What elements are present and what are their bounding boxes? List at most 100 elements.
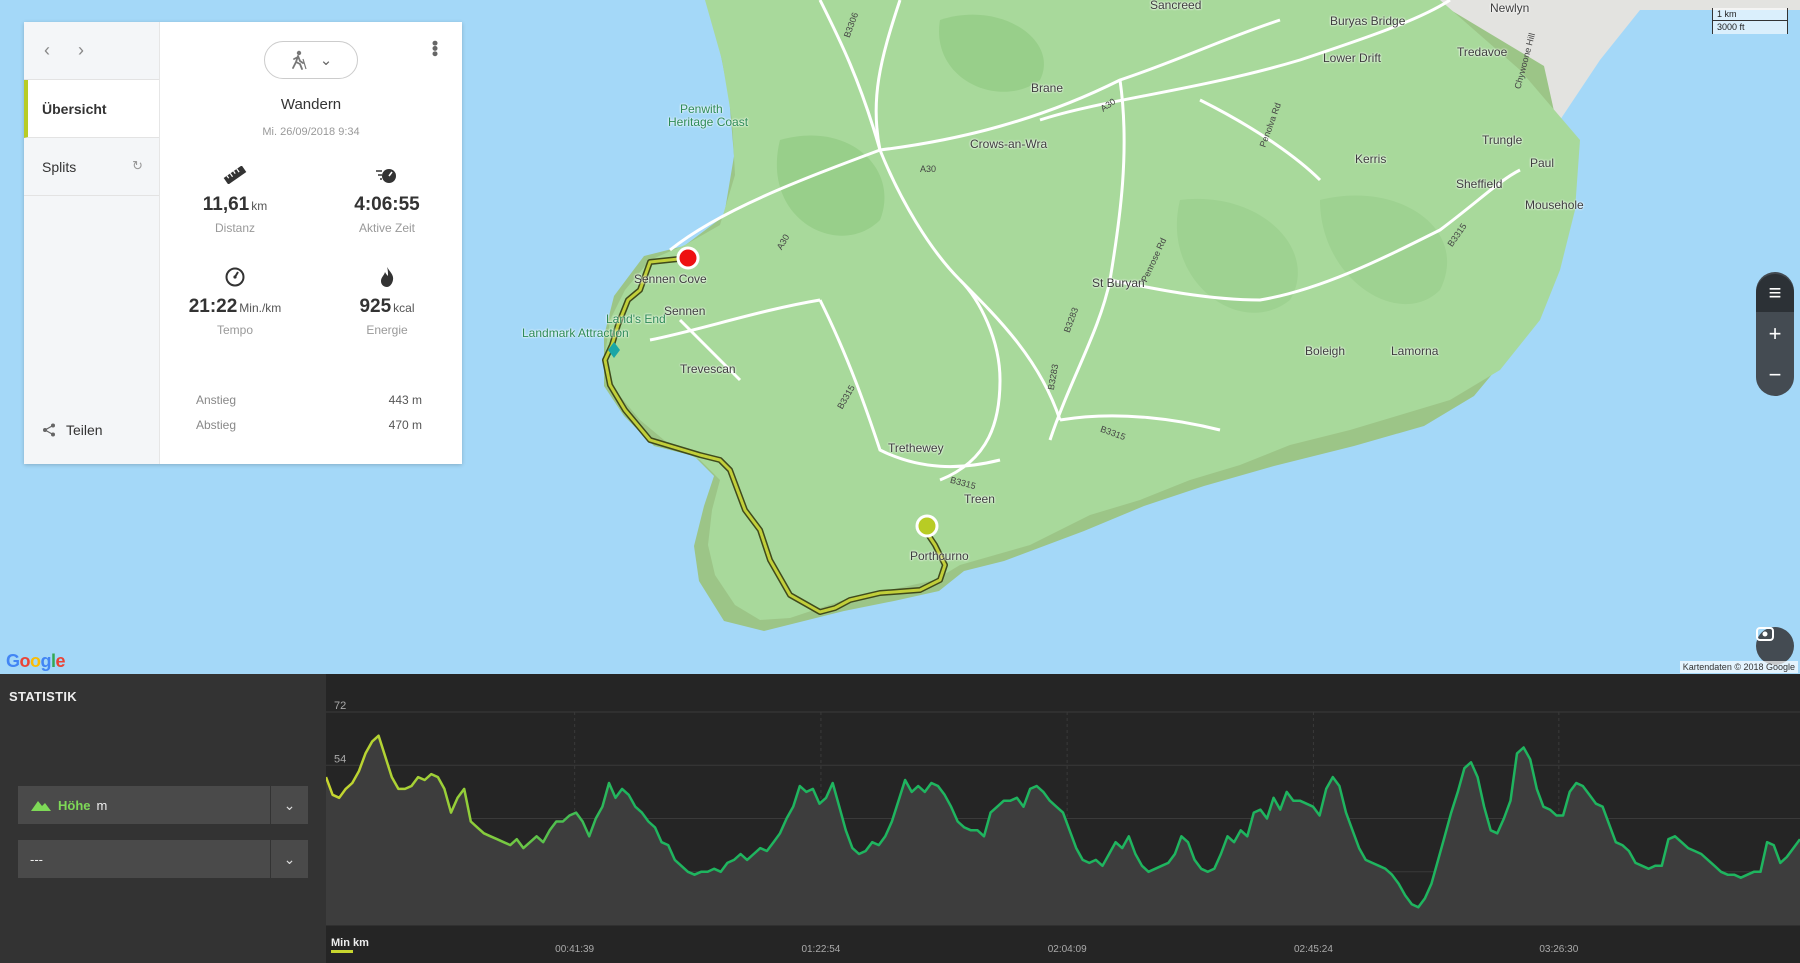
activity-summary-card: ‹ › Übersicht Splits ↻ Teilen ⌄ ••• Wand…: [24, 22, 462, 464]
card-nav: ‹ › Übersicht Splits ↻ Teilen: [24, 22, 160, 464]
stat-energy: 925 kcal Energie: [312, 264, 462, 337]
map-credit[interactable]: Kartendaten © 2018 Google: [1679, 661, 1798, 673]
place-label: Paul: [1530, 156, 1555, 170]
distance-unit: km: [251, 199, 268, 213]
sport-type-select[interactable]: ⌄: [264, 41, 358, 79]
place-label: Lamorna: [1391, 344, 1439, 358]
elevation-chart[interactable]: 01836547200:41:3901:22:5402:04:0902:45:2…: [324, 674, 1800, 963]
map-controls: ≡ + −: [1756, 272, 1794, 396]
place-label: Heritage Coast: [668, 115, 749, 129]
place-label: Penwith: [680, 102, 723, 116]
place-label: Lower Drift: [1323, 51, 1382, 65]
x-tick-label: 01:22:54: [801, 944, 840, 955]
place-label: Mousehole: [1525, 198, 1584, 212]
zoom-in-button[interactable]: +: [1756, 315, 1794, 353]
metric-select-primary[interactable]: Höhe m ⌄: [18, 786, 308, 824]
place-label: Sheffield: [1456, 177, 1503, 191]
layers-menu-icon[interactable]: ≡: [1756, 273, 1794, 312]
place-label: Tredavoe: [1457, 45, 1508, 59]
share-button[interactable]: Teilen: [42, 422, 103, 438]
metric-secondary-name: ---: [30, 851, 43, 867]
card-main: ⌄ ••• Wandern Mi. 26/09/2018 9:34 11,61 k…: [160, 22, 462, 464]
statistics-title: STATISTIK: [9, 689, 77, 704]
x-axis-unit-toggle[interactable]: Min km: [331, 937, 369, 949]
metric-primary-unit: m: [96, 797, 108, 813]
fit-route-button[interactable]: [1756, 627, 1794, 665]
distance-label: Distanz: [214, 221, 255, 235]
app-root: Sancreed Buryas Bridge Newlyn Lower Drift Tr…: [0, 0, 1800, 963]
nav-arrows: ‹ ›: [24, 22, 159, 80]
hiking-icon: [291, 50, 307, 70]
y-tick-label: 54: [334, 753, 346, 765]
descent-value: 470 m: [388, 418, 422, 432]
elevation-chart-svg: 01836547200:41:3901:22:5402:04:0902:45:2…: [324, 700, 1800, 955]
place-label: Kerris: [1355, 152, 1387, 166]
road-label: A30: [920, 164, 937, 174]
chevron-down-icon: ⌄: [270, 840, 308, 878]
ascent-label: Anstieg: [196, 393, 237, 407]
distance-value: 11,61: [202, 194, 250, 215]
y-tick-label: 72: [334, 700, 346, 712]
place-label: Sancreed: [1150, 0, 1202, 12]
statistics-panel: STATISTIK Höhe m ⌄ --- ⌄ 01836547200:41:…: [0, 674, 1800, 963]
place-label: Treen: [964, 492, 995, 506]
refresh-icon: ↻: [132, 158, 143, 173]
metric-select-secondary[interactable]: --- ⌄: [18, 840, 308, 878]
place-label: Trungle: [1482, 133, 1523, 147]
more-options-icon[interactable]: •••: [425, 40, 445, 56]
pace-unit: Min./km: [239, 301, 282, 315]
x-tick-label: 03:26:30: [1539, 944, 1578, 955]
active-time-value: 4:06:55: [354, 194, 420, 215]
place-label: Crows-an-Wra: [970, 137, 1048, 151]
share-icon: [43, 423, 55, 437]
place-label: Trethewey: [888, 441, 944, 455]
place-label: Newlyn: [1490, 1, 1530, 15]
ruler-icon: [160, 162, 310, 188]
x-tick-label: 00:41:39: [555, 944, 594, 955]
descent-row: Abstieg 470 m: [196, 418, 422, 432]
share-label: Teilen: [66, 422, 103, 438]
place-label: St Buryan: [1092, 276, 1145, 290]
stat-pace: 21:22 Min./km Tempo: [160, 264, 310, 337]
activity-date: Mi. 26/09/2018 9:34: [262, 126, 360, 138]
chevron-down-icon: ⌄: [270, 786, 308, 824]
x-tick-label: 02:45:24: [1294, 944, 1333, 955]
energy-unit: kcal: [393, 301, 415, 315]
tab-splits[interactable]: Splits ↻: [24, 138, 159, 196]
speedometer-icon: [160, 264, 310, 290]
scale-km: 1 km: [1712, 8, 1788, 21]
scale-ft: 3000 ft: [1712, 21, 1788, 34]
place-label: Porthcurno: [910, 549, 969, 563]
place-label: Sennen Cove: [634, 272, 707, 286]
place-label: Landmark Attraction: [522, 326, 629, 340]
x-axis-unit-indicator: [331, 950, 353, 953]
next-activity-icon[interactable]: ›: [78, 40, 84, 61]
metric-primary-name: Höhe: [58, 797, 91, 813]
mountain-icon: [31, 801, 51, 811]
zoom-out-button[interactable]: −: [1756, 356, 1794, 394]
map-scale: 1 km 3000 ft: [1712, 8, 1788, 34]
place-label: Boleigh: [1305, 344, 1346, 358]
flame-icon: [312, 264, 462, 290]
google-logo: Google: [6, 651, 66, 671]
statistics-controls: STATISTIK Höhe m ⌄ --- ⌄: [0, 674, 326, 963]
tab-splits-label: Splits: [42, 158, 77, 175]
place-label: Sennen: [664, 304, 706, 318]
tab-overview[interactable]: Übersicht: [24, 80, 159, 138]
descent-label: Abstieg: [196, 418, 237, 432]
pace-label: Tempo: [216, 323, 254, 337]
elevation-area: [326, 735, 1800, 925]
prev-activity-icon[interactable]: ‹: [44, 40, 50, 61]
chevron-down-icon: ⌄: [319, 52, 333, 69]
place-label: Brane: [1031, 81, 1064, 95]
end-marker[interactable]: [676, 246, 700, 270]
energy-value: 925: [359, 296, 392, 317]
stopwatch-icon: [312, 162, 462, 188]
start-marker[interactable]: [915, 514, 939, 538]
place-label: Land's End: [606, 312, 666, 326]
stat-active-time: 4:06:55 Aktive Zeit: [312, 162, 462, 235]
place-label: Buryas Bridge: [1330, 14, 1406, 28]
ascent-row: Anstieg 443 m: [196, 393, 422, 407]
x-tick-label: 02:04:09: [1048, 944, 1087, 955]
ascent-value: 443 m: [388, 393, 422, 407]
